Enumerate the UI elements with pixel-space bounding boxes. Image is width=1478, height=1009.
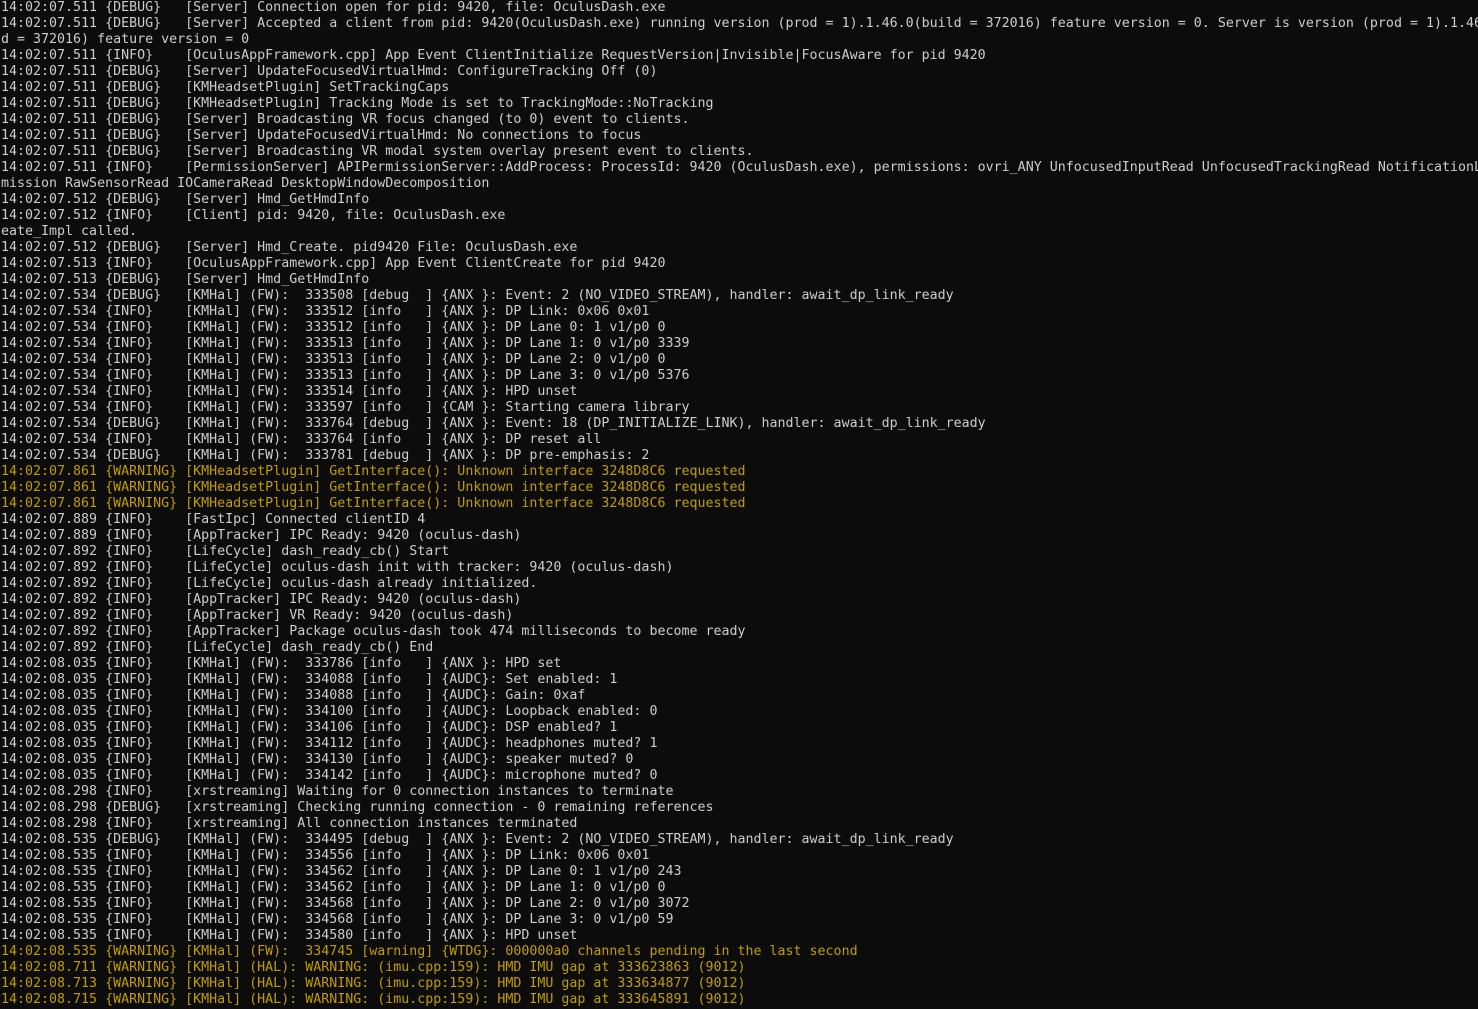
log-line: 14:02:07.512 {DEBUG} [Server] Hmd_Create… (1, 240, 578, 255)
log-line: 14:02:07.889 {INFO} [AppTracker] IPC Rea… (1, 528, 522, 543)
log-line: 14:02:07.892 {INFO} [LifeCycle] oculus-d… (1, 560, 674, 575)
log-line-warning: 14:02:08.535 {WARNING} [KMHal] (FW): 334… (1, 944, 858, 959)
log-line: 14:02:07.892 {INFO} [LifeCycle] oculus-d… (1, 576, 538, 591)
log-line: 14:02:08.035 {INFO} [KMHal] (FW): 334088… (1, 688, 586, 703)
log-line: 14:02:08.298 {INFO} [xrstreaming] All co… (1, 816, 578, 831)
log-line: 14:02:08.035 {INFO} [KMHal] (FW): 334130… (1, 752, 634, 767)
log-line: 14:02:08.298 {INFO} [xrstreaming] Waitin… (1, 784, 674, 799)
log-line: 14:02:07.513 {DEBUG} [Server] Hmd_GetHmd… (1, 272, 370, 287)
console-output[interactable]: 14:02:07.511 {DEBUG} [Server] Connection… (0, 0, 1478, 1009)
log-line: 14:02:07.892 {INFO} [AppTracker] Package… (1, 624, 746, 639)
log-line: 14:02:07.534 {INFO} [KMHal] (FW): 333597… (1, 400, 690, 415)
log-line: 14:02:07.511 {DEBUG} [Server] Connection… (1, 0, 666, 15)
log-line-warning: 14:02:07.861 {WARNING} [KMHeadsetPlugin]… (1, 464, 746, 479)
log-line: 14:02:07.534 {DEBUG} [KMHal] (FW): 33378… (1, 448, 650, 463)
log-line: 14:02:07.534 {INFO} [KMHal] (FW): 333512… (1, 304, 650, 319)
log-line: 14:02:07.892 {INFO} [LifeCycle] dash_rea… (1, 640, 434, 655)
log-line: 14:02:07.513 {INFO} [OculusAppFramework.… (1, 256, 666, 271)
log-line: 14:02:08.035 {INFO} [KMHal] (FW): 334100… (1, 704, 658, 719)
log-line: 14:02:07.889 {INFO} [FastIpc] Connected … (1, 512, 426, 527)
log-line: 14:02:07.511 {INFO} [OculusAppFramework.… (1, 48, 986, 63)
log-line: 14:02:07.511 {DEBUG} [Server] Broadcasti… (1, 112, 690, 127)
log-line: 14:02:07.511 {INFO} [PermissionServer] A… (1, 160, 1478, 175)
log-line: 14:02:07.892 {INFO} [LifeCycle] dash_rea… (1, 544, 450, 559)
log-line: 14:02:08.535 {INFO} [KMHal] (FW): 334556… (1, 848, 650, 863)
log-line: 14:02:08.535 {INFO} [KMHal] (FW): 334580… (1, 928, 578, 943)
log-line: 14:02:08.035 {INFO} [KMHal] (FW): 334142… (1, 768, 658, 783)
log-line: 14:02:08.535 {INFO} [KMHal] (FW): 334562… (1, 880, 666, 895)
log-line: 14:02:08.535 {INFO} [KMHal] (FW): 334568… (1, 912, 674, 927)
log-line-continuation: d = 372016) feature version = 0 (1, 32, 250, 47)
log-line-warning: 14:02:08.715 {WARNING} [KMHal] (HAL): WA… (1, 992, 746, 1007)
log-line: 14:02:07.511 {DEBUG} [KMHeadsetPlugin] T… (1, 96, 714, 111)
log-line: 14:02:08.035 {INFO} [KMHal] (FW): 334106… (1, 720, 618, 735)
log-line: 14:02:07.534 {INFO} [KMHal] (FW): 333513… (1, 368, 690, 383)
log-line-continuation: mission RawSensorRead IOCameraRead Deskt… (1, 176, 490, 191)
log-line-continuation: eate_Impl called. (1, 224, 138, 239)
log-line: 14:02:07.534 {DEBUG} [KMHal] (FW): 33350… (1, 288, 954, 303)
log-line: 14:02:07.534 {INFO} [KMHal] (FW): 333513… (1, 336, 690, 351)
log-line: 14:02:07.512 {DEBUG} [Server] Hmd_GetHmd… (1, 192, 370, 207)
log-line: 14:02:07.511 {DEBUG} [Server] UpdateFocu… (1, 128, 642, 143)
log-line: 14:02:07.534 {INFO} [KMHal] (FW): 333512… (1, 320, 666, 335)
log-line-warning: 14:02:07.861 {WARNING} [KMHeadsetPlugin]… (1, 496, 746, 511)
log-line: 14:02:07.534 {INFO} [KMHal] (FW): 333513… (1, 352, 666, 367)
log-line: 14:02:07.512 {INFO} [Client] pid: 9420, … (1, 208, 506, 223)
log-line: 14:02:07.534 {INFO} [KMHal] (FW): 333514… (1, 384, 578, 399)
log-line: 14:02:08.035 {INFO} [KMHal] (FW): 333786… (1, 656, 562, 671)
log-line-warning: 14:02:08.711 {WARNING} [KMHal] (HAL): WA… (1, 960, 746, 975)
log-line-warning: 14:02:08.713 {WARNING} [KMHal] (HAL): WA… (1, 976, 746, 991)
log-line-warning: 14:02:07.861 {WARNING} [KMHeadsetPlugin]… (1, 480, 746, 495)
log-line: 14:02:08.535 {DEBUG} [KMHal] (FW): 33449… (1, 832, 954, 847)
log-line: 14:02:07.511 {DEBUG} [KMHeadsetPlugin] S… (1, 80, 450, 95)
log-line: 14:02:07.892 {INFO} [AppTracker] VR Read… (1, 608, 514, 623)
log-line: 14:02:07.511 {DEBUG} [Server] UpdateFocu… (1, 64, 658, 79)
log-line: 14:02:07.534 {DEBUG} [KMHal] (FW): 33376… (1, 416, 986, 431)
log-line: 14:02:07.511 {DEBUG} [Server] Accepted a… (1, 16, 1478, 31)
log-line: 14:02:08.535 {INFO} [KMHal] (FW): 334568… (1, 896, 690, 911)
log-line: 14:02:07.511 {DEBUG} [Server] Broadcasti… (1, 144, 754, 159)
log-line: 14:02:07.534 {INFO} [KMHal] (FW): 333764… (1, 432, 602, 447)
log-line: 14:02:08.035 {INFO} [KMHal] (FW): 334112… (1, 736, 658, 751)
log-line: 14:02:08.535 {INFO} [KMHal] (FW): 334562… (1, 864, 682, 879)
log-line: 14:02:08.298 {DEBUG} [xrstreaming] Check… (1, 800, 714, 815)
log-line: 14:02:08.035 {INFO} [KMHal] (FW): 334088… (1, 672, 618, 687)
log-line: 14:02:07.892 {INFO} [AppTracker] IPC Rea… (1, 592, 522, 607)
